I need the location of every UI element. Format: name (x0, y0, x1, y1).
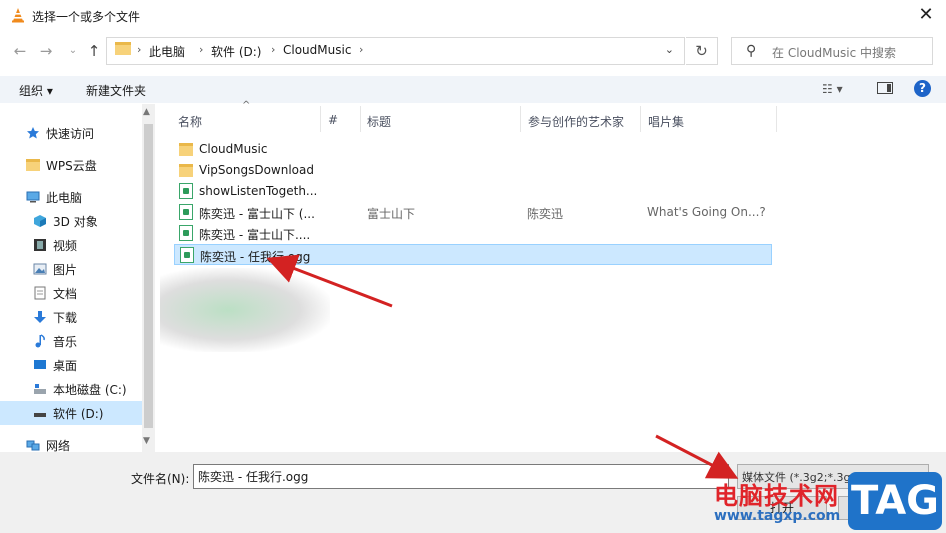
red-arrow-icon (655, 434, 739, 479)
watermark-tag-logo: TAG (848, 472, 942, 530)
annotation-arrows (266, 254, 739, 479)
watermark-text: 电脑技术网 (714, 482, 839, 510)
watermark-url: www.tagxp.com (714, 508, 841, 524)
red-arrow-icon (266, 254, 393, 308)
